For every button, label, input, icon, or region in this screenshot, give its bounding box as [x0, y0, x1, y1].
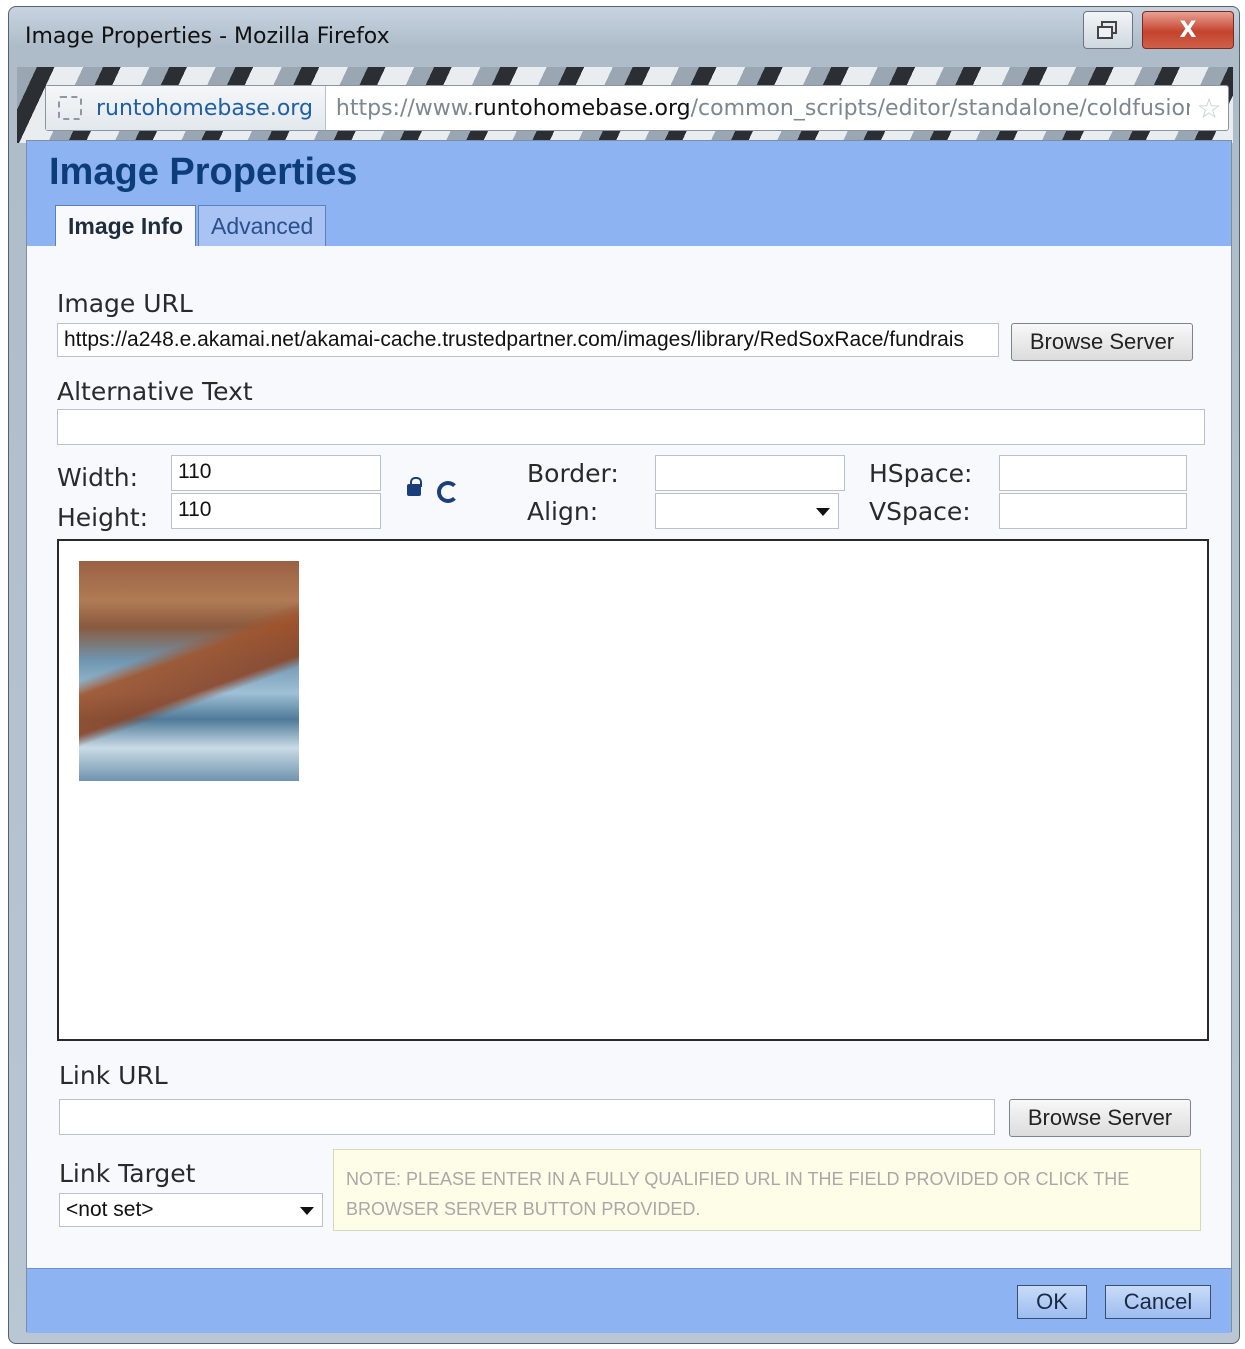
preview-thumbnail	[79, 561, 299, 781]
tab-image-info[interactable]: Image Info	[55, 205, 197, 246]
width-label: Width:	[57, 463, 139, 492]
chevron-down-icon	[816, 508, 830, 516]
width-input[interactable]: 110	[171, 455, 381, 491]
link-target-value: <not set>	[66, 1198, 154, 1221]
reset-size-icon[interactable]	[437, 481, 459, 503]
border-label: Border:	[527, 459, 619, 488]
dialog-header: Image Properties Image Info Advanced	[27, 141, 1231, 246]
hspace-label: HSpace:	[869, 459, 973, 488]
align-select[interactable]	[655, 493, 839, 529]
link-url-browse-button[interactable]: Browse Server	[1009, 1099, 1191, 1137]
border-input[interactable]	[655, 455, 845, 491]
site-name: runtohomebase.org	[96, 95, 313, 121]
ok-button[interactable]: OK	[1017, 1285, 1087, 1319]
url-prefix: https://www.	[335, 95, 474, 121]
tab-advanced[interactable]: Advanced	[198, 205, 327, 246]
url-path: /common_scripts/editor/standalone/coldfu…	[690, 95, 1190, 121]
title-bar: Image Properties - Mozilla Firefox X	[9, 7, 1239, 69]
link-target-label: Link Target	[59, 1159, 196, 1188]
address-bar[interactable]: runtohomebase.org https://www.runtohomeb…	[45, 85, 1229, 131]
tab-bar: Image Info Advanced	[55, 205, 327, 246]
image-preview	[57, 539, 1209, 1041]
dialog-footer: OK Cancel	[27, 1268, 1231, 1333]
dialog-title: Image Properties	[49, 151, 358, 193]
site-identity[interactable]: runtohomebase.org	[46, 86, 326, 130]
link-url-input[interactable]	[59, 1099, 995, 1135]
restore-icon	[1097, 21, 1117, 39]
image-url-label: Image URL	[57, 289, 193, 318]
image-url-browse-button[interactable]: Browse Server	[1011, 323, 1193, 361]
chevron-down-icon	[300, 1207, 314, 1215]
close-icon: X	[1179, 17, 1197, 43]
window-title: Image Properties - Mozilla Firefox	[25, 24, 390, 49]
vspace-input[interactable]	[999, 493, 1187, 529]
alt-text-input[interactable]	[57, 409, 1205, 445]
lock-ratio-icon[interactable]	[407, 477, 422, 496]
restore-button[interactable]	[1083, 11, 1133, 49]
note-box: NOTE: PLEASE ENTER IN A FULLY QUALIFIED …	[333, 1149, 1201, 1231]
image-url-input[interactable]: https://a248.e.akamai.net/akamai-cache.t…	[57, 323, 999, 357]
height-label: Height:	[57, 503, 149, 532]
bookmark-star-icon[interactable]: ☆	[1190, 92, 1228, 125]
site-icon	[58, 96, 82, 120]
url-domain: runtohomebase.org	[473, 95, 691, 121]
url-text[interactable]: https://www.runtohomebase.org/common_scr…	[326, 96, 1190, 121]
link-target-select[interactable]: <not set>	[59, 1193, 323, 1227]
vspace-label: VSpace:	[869, 497, 971, 526]
image-properties-dialog: Image Properties Image Info Advanced Ima…	[26, 140, 1232, 1333]
hspace-input[interactable]	[999, 455, 1187, 491]
address-area: runtohomebase.org https://www.runtohomeb…	[17, 67, 1233, 143]
close-button[interactable]: X	[1142, 11, 1234, 49]
alt-text-label: Alternative Text	[57, 377, 253, 406]
align-label: Align:	[527, 497, 599, 526]
cancel-button[interactable]: Cancel	[1105, 1285, 1211, 1319]
link-url-label: Link URL	[59, 1061, 168, 1090]
height-input[interactable]: 110	[171, 493, 381, 529]
